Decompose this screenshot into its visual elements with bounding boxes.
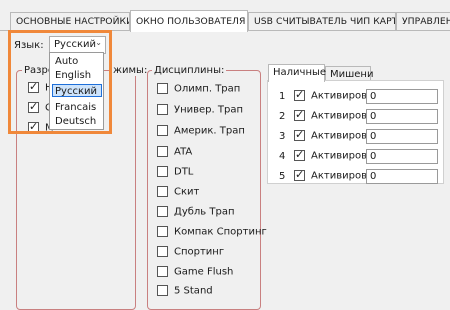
checkbox[interactable] <box>294 108 305 121</box>
discipline-label: Скит <box>174 186 200 198</box>
checkbox[interactable] <box>157 125 168 136</box>
permissions-group-title-tail: жимы: <box>111 65 150 76</box>
tab-basic-settings[interactable]: ОСНОВНЫЕ НАСТРОЙКИ <box>10 12 130 31</box>
tab-user-window[interactable]: ОКНО ПОЛЬЗОВАТЕЛЯ <box>130 10 248 32</box>
language-option-auto[interactable]: Auto <box>53 55 80 68</box>
main-tab-strip: ОСНОВНЫЕ НАСТРОЙКИ ОКНО ПОЛЬЗОВАТЕЛЯ USB… <box>0 0 450 32</box>
discipline-item[interactable]: DTL <box>157 166 193 178</box>
checkbox[interactable] <box>157 226 168 237</box>
checkbox[interactable] <box>28 80 39 93</box>
discipline-item[interactable]: ATA <box>157 146 192 158</box>
checkbox[interactable] <box>157 83 168 94</box>
checkbox[interactable] <box>294 148 305 161</box>
discipline-item[interactable]: Спортинг <box>157 246 224 258</box>
checkbox[interactable] <box>294 168 305 181</box>
tab-usb-chip-reader[interactable]: USB СЧИТЫВАТЕЛЬ ЧИП КАРТ <box>248 12 396 31</box>
discipline-item[interactable]: Америк. Трап <box>157 125 245 137</box>
language-option-german[interactable]: Deutsch <box>53 115 98 128</box>
checkbox[interactable] <box>157 246 168 257</box>
value-field[interactable]: 0 <box>366 129 438 144</box>
checkbox[interactable] <box>157 266 168 277</box>
checkbox[interactable] <box>157 166 168 177</box>
checkbox[interactable] <box>157 104 168 115</box>
language-dropdown-list: Auto English Русский Francais Deutsch <box>49 52 104 130</box>
checkbox[interactable] <box>294 128 305 141</box>
discipline-label: Олимп. Трап <box>174 83 241 95</box>
discipline-label: ATA <box>174 146 193 158</box>
checkbox[interactable] <box>157 146 168 157</box>
value-field[interactable]: 0 <box>366 109 438 124</box>
discipline-label: Америк. Трап <box>174 125 245 137</box>
language-option-french[interactable]: Francais <box>53 101 98 114</box>
checkbox[interactable] <box>28 120 39 133</box>
discipline-item[interactable]: Game Flush <box>157 266 233 278</box>
checkbox[interactable] <box>157 186 168 197</box>
cash-panel: 1 Активировать 0 2 Активировать 0 3 Акти… <box>267 80 444 184</box>
discipline-item[interactable]: Олимп. Трап <box>157 83 240 95</box>
language-label: Язык: <box>14 40 44 51</box>
tab-cash[interactable]: Наличные <box>268 64 326 82</box>
value-field[interactable]: 0 <box>366 169 438 184</box>
row-number: 3 <box>279 131 286 142</box>
discipline-label: Дубль Трап <box>174 206 235 218</box>
discipline-label: 5 Stand <box>174 285 213 297</box>
checkbox[interactable] <box>294 88 305 101</box>
discipline-label: Спортинг <box>174 246 225 258</box>
checkbox[interactable] <box>157 285 168 296</box>
tab-management[interactable]: УПРАВЛЕНИ <box>396 12 450 31</box>
language-option-russian[interactable]: Русский <box>52 84 102 97</box>
row-number: 2 <box>279 111 286 122</box>
row-number: 5 <box>279 171 286 182</box>
discipline-item[interactable]: Компак Спортинг <box>157 226 267 238</box>
checkbox[interactable] <box>28 100 39 113</box>
chevron-down-icon: ⌄ <box>95 38 102 47</box>
discipline-item[interactable]: Дубль Трап <box>157 206 234 218</box>
disciplines-group-title: Дисциплины: <box>152 65 227 76</box>
discipline-item[interactable]: Универ. Трап <box>157 104 243 116</box>
discipline-label: Компак Спортинг <box>174 226 267 238</box>
checkbox[interactable] <box>157 206 168 217</box>
discipline-label: Game Flush <box>174 266 234 278</box>
row-number: 1 <box>279 91 286 102</box>
discipline-label: Универ. Трап <box>174 104 244 116</box>
discipline-item[interactable]: 5 Stand <box>157 285 213 297</box>
row-number: 4 <box>279 151 286 162</box>
discipline-item[interactable]: Скит <box>157 186 199 198</box>
value-field[interactable]: 0 <box>366 149 438 164</box>
language-selected-value: Русский <box>54 39 96 50</box>
value-field[interactable]: 0 <box>366 89 438 104</box>
discipline-label: DTL <box>174 166 194 178</box>
language-option-english[interactable]: English <box>53 69 93 82</box>
